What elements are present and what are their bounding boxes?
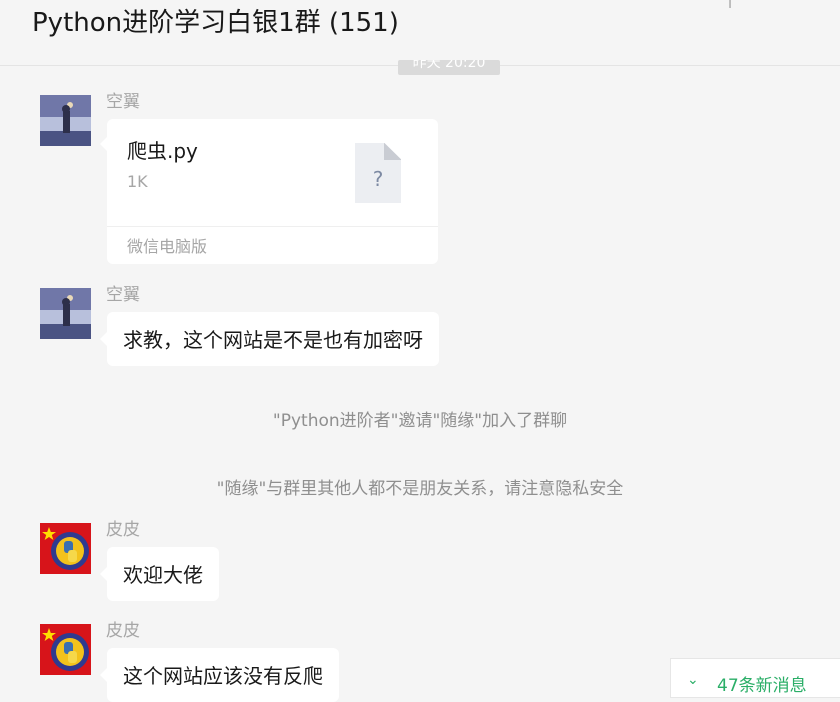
sender-name: 空翼 bbox=[106, 92, 140, 112]
file-card-divider bbox=[107, 226, 438, 227]
sender-name: 皮皮 bbox=[106, 621, 140, 641]
message-bubble[interactable]: 这个网站应该没有反爬 bbox=[100, 648, 339, 702]
system-message: "随缘"与群里其他人都不是朋友关系，请注意隐私安全 bbox=[216, 479, 624, 499]
new-messages-label: 47条新消息 bbox=[717, 676, 807, 696]
group-title[interactable]: Python进阶学习白银1群 (151) bbox=[32, 2, 399, 39]
avatar[interactable] bbox=[40, 624, 91, 675]
sender-name: 皮皮 bbox=[106, 520, 140, 540]
message-bubble[interactable]: 欢迎大佬 bbox=[100, 547, 219, 601]
unknown-file-icon: ? bbox=[355, 143, 401, 203]
avatar[interactable] bbox=[40, 288, 91, 339]
file-source: 微信电脑版 bbox=[127, 237, 208, 256]
system-message: "Python进阶者"邀请"随缘"加入了群聊 bbox=[272, 411, 568, 431]
header-corner-mark: | bbox=[728, 0, 733, 8]
file-message-card[interactable]: 爬虫.py 1K ? 微信电脑版 bbox=[100, 119, 438, 264]
file-name: 爬虫.py bbox=[127, 139, 198, 163]
time-stamp-text: 昨天 20:20 bbox=[412, 60, 486, 71]
message-bubble[interactable]: 求教，这个网站是不是也有加密呀 bbox=[100, 312, 439, 366]
file-size: 1K bbox=[127, 172, 148, 191]
avatar[interactable] bbox=[40, 95, 91, 146]
chat-header: Python进阶学习白银1群 (151) | bbox=[0, 0, 840, 66]
time-stamp: 昨天 20:20 bbox=[398, 60, 500, 75]
avatar[interactable] bbox=[40, 523, 91, 574]
sender-name: 空翼 bbox=[106, 285, 140, 305]
file-icon-glyph: ? bbox=[372, 167, 384, 191]
new-messages-button[interactable]: ⌄ 47条新消息 bbox=[670, 658, 840, 698]
file-fold-corner bbox=[384, 143, 401, 160]
